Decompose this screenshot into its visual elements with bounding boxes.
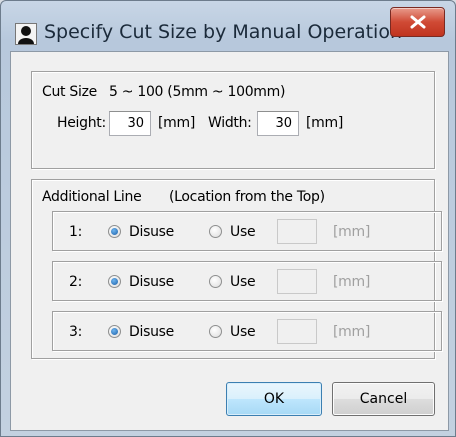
height-label: Height: bbox=[57, 115, 106, 131]
disuse-label: Disuse bbox=[129, 274, 174, 290]
ok-button[interactable]: OK bbox=[226, 382, 322, 416]
cancel-button[interactable]: Cancel bbox=[332, 382, 435, 416]
cut-size-label: Cut Size bbox=[42, 84, 97, 100]
height-unit: [mm] bbox=[158, 115, 195, 131]
line-position-input-3[interactable] bbox=[277, 319, 317, 344]
close-icon bbox=[410, 15, 426, 29]
cut-size-group: Cut Size 5 ~ 100 (5mm ~ 100mm) Height: [… bbox=[31, 71, 435, 169]
line-position-input-1[interactable] bbox=[277, 219, 317, 244]
line-position-input-2[interactable] bbox=[277, 269, 317, 294]
window-title: Specify Cut Size by Manual Operation bbox=[44, 21, 402, 43]
close-button[interactable] bbox=[390, 7, 445, 37]
row-index: 3: bbox=[69, 324, 83, 340]
unit-label: [mm] bbox=[333, 324, 370, 340]
disuse-radio-3[interactable] bbox=[108, 325, 121, 338]
use-label: Use bbox=[230, 324, 256, 340]
dialog-window: Specify Cut Size by Manual Operation Cut… bbox=[0, 0, 456, 437]
use-radio-3[interactable] bbox=[209, 325, 222, 338]
additional-line-label: Additional Line bbox=[42, 189, 142, 205]
use-label: Use bbox=[230, 274, 256, 290]
disuse-radio-2[interactable] bbox=[108, 275, 121, 288]
cut-size-range: 5 ~ 100 (5mm ~ 100mm) bbox=[109, 84, 286, 100]
additional-line-hint: (Location from the Top) bbox=[169, 189, 325, 205]
additional-line-row-2: 2: Disuse Use [mm] bbox=[52, 261, 442, 301]
width-label: Width: bbox=[208, 115, 252, 131]
dialog-client-area: Cut Size 5 ~ 100 (5mm ~ 100mm) Height: [… bbox=[10, 51, 449, 431]
height-input[interactable] bbox=[109, 111, 151, 136]
additional-line-group: Additional Line (Location from the Top) … bbox=[31, 179, 442, 359]
disuse-radio-1[interactable] bbox=[108, 225, 121, 238]
use-radio-1[interactable] bbox=[209, 225, 222, 238]
person-silhouette-icon bbox=[15, 23, 37, 45]
unit-label: [mm] bbox=[333, 224, 370, 240]
unit-label: [mm] bbox=[333, 274, 370, 290]
additional-line-row-3: 3: Disuse Use [mm] bbox=[52, 311, 442, 351]
width-input[interactable] bbox=[257, 111, 299, 136]
width-unit: [mm] bbox=[306, 115, 343, 131]
use-label: Use bbox=[230, 224, 256, 240]
title-bar[interactable]: Specify Cut Size by Manual Operation bbox=[1, 1, 455, 49]
additional-line-row-1: 1: Disuse Use [mm] bbox=[52, 211, 442, 251]
row-index: 1: bbox=[69, 224, 83, 240]
use-radio-2[interactable] bbox=[209, 275, 222, 288]
disuse-label: Disuse bbox=[129, 224, 174, 240]
row-index: 2: bbox=[69, 274, 83, 290]
disuse-label: Disuse bbox=[129, 324, 174, 340]
